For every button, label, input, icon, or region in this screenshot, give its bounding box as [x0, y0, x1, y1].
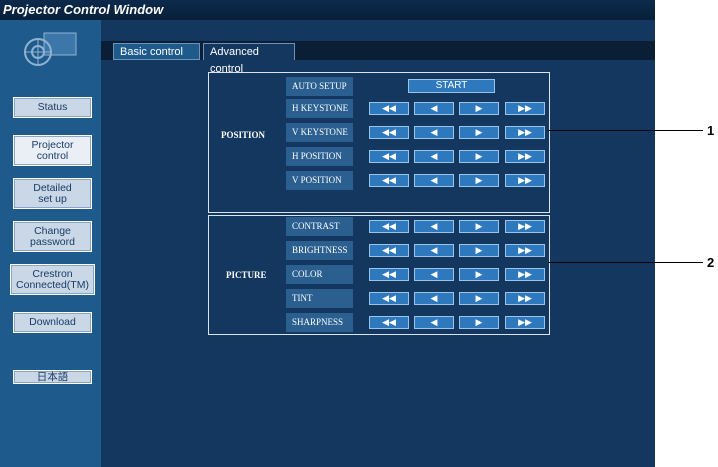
callout-number-2: 2	[707, 255, 715, 270]
callout-line-1	[548, 130, 703, 131]
left-button[interactable]: ◀	[414, 244, 454, 257]
fast-right-button[interactable]: ▶▶	[505, 220, 545, 233]
right-button[interactable]: ▶	[459, 244, 499, 257]
fast-left-button[interactable]: ◀◀	[369, 316, 409, 329]
left-button[interactable]: ◀	[414, 220, 454, 233]
picture-row-label: BRIGHTNESS	[286, 241, 353, 260]
download-button[interactable]: Download	[13, 312, 92, 333]
picture-row-label: TINT	[286, 289, 353, 308]
crestron-connected-button[interactable]: Crestron Connected(TM)	[10, 264, 95, 295]
status-button[interactable]: Status	[13, 97, 92, 118]
right-button[interactable]: ▶	[459, 220, 499, 233]
tab-basic-control[interactable]: Basic control	[113, 43, 200, 60]
fast-left-button[interactable]: ◀◀	[369, 174, 409, 187]
japanese-language-button[interactable]: 日本語	[13, 370, 92, 384]
fast-left-button[interactable]: ◀◀	[369, 220, 409, 233]
fast-left-button[interactable]: ◀◀	[369, 268, 409, 281]
fast-right-button[interactable]: ▶▶	[505, 292, 545, 305]
fast-right-button[interactable]: ▶▶	[505, 244, 545, 257]
fast-left-button[interactable]: ◀◀	[369, 150, 409, 163]
position-row-label: H KEYSTONE	[286, 99, 353, 118]
fast-right-button[interactable]: ▶▶	[505, 126, 545, 139]
projector-control-button[interactable]: Projector control	[13, 135, 92, 166]
picture-row-label: SHARPNESS	[286, 313, 353, 332]
right-button[interactable]: ▶	[459, 316, 499, 329]
auto-setup-start-button[interactable]: START	[408, 79, 495, 93]
fast-right-button[interactable]: ▶▶	[505, 174, 545, 187]
fast-right-button[interactable]: ▶▶	[505, 102, 545, 115]
right-button[interactable]: ▶	[459, 268, 499, 281]
projector-control-window: Projector Control Window Status Projecto…	[0, 0, 655, 467]
right-button[interactable]: ▶	[459, 102, 499, 115]
window-title: Projector Control Window	[0, 0, 655, 20]
callout-line-2	[548, 262, 703, 263]
right-button[interactable]: ▶	[459, 126, 499, 139]
left-button[interactable]: ◀	[414, 102, 454, 115]
position-row-label: V KEYSTONE	[286, 123, 353, 142]
fast-right-button[interactable]: ▶▶	[505, 150, 545, 163]
fast-right-button[interactable]: ▶▶	[505, 268, 545, 281]
left-button[interactable]: ◀	[414, 316, 454, 329]
right-button[interactable]: ▶	[459, 292, 499, 305]
fast-right-button[interactable]: ▶▶	[505, 316, 545, 329]
callout-number-1: 1	[707, 123, 715, 138]
right-button[interactable]: ▶	[459, 174, 499, 187]
left-button[interactable]: ◀	[414, 174, 454, 187]
right-button[interactable]: ▶	[459, 150, 499, 163]
left-button[interactable]: ◀	[414, 292, 454, 305]
position-group-label: POSITION	[221, 130, 266, 140]
left-button[interactable]: ◀	[414, 150, 454, 163]
fast-left-button[interactable]: ◀◀	[369, 292, 409, 305]
tab-advanced-control[interactable]: Advanced control	[203, 43, 295, 75]
fast-left-button[interactable]: ◀◀	[369, 102, 409, 115]
projector-logo-icon	[24, 32, 77, 66]
change-password-button[interactable]: Change password	[13, 221, 92, 252]
position-row-label: H POSITION	[286, 147, 353, 166]
fast-left-button[interactable]: ◀◀	[369, 126, 409, 139]
left-button[interactable]: ◀	[414, 126, 454, 139]
auto-setup-label: AUTO SETUP	[286, 77, 353, 96]
main-panel: Basic control Advanced control POSITION …	[101, 20, 655, 467]
left-button[interactable]: ◀	[414, 268, 454, 281]
picture-row-label: CONTRAST	[286, 217, 353, 236]
sidebar: Status Projector control Detailed set up…	[0, 20, 101, 467]
fast-left-button[interactable]: ◀◀	[369, 244, 409, 257]
picture-group-label: PICTURE	[226, 270, 267, 280]
detailed-setup-button[interactable]: Detailed set up	[13, 178, 92, 209]
position-row-label: V POSITION	[286, 171, 353, 190]
position-group	[208, 72, 550, 213]
picture-row-label: COLOR	[286, 265, 353, 284]
